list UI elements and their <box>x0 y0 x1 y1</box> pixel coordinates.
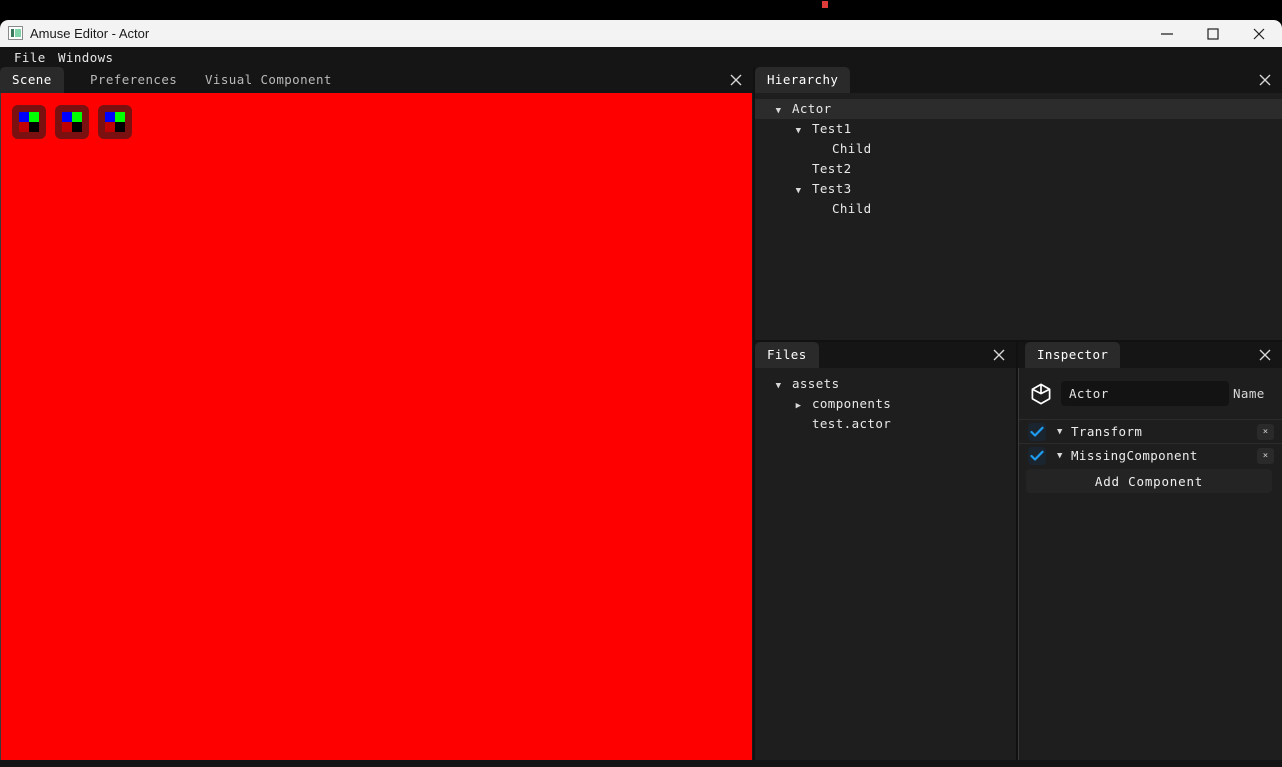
hierarchy-body: ▼ Actor ▼ Test1 ▶ Child ▶ Test2 ▼ Test <box>755 93 1282 340</box>
files-item-assets[interactable]: ▼ assets <box>755 374 1016 394</box>
sprite-quadrant-blue <box>62 112 72 122</box>
hierarchy-item-label: Test3 <box>811 181 852 196</box>
red-marker-dot <box>822 1 828 8</box>
titlebar: Amuse Editor - Actor <box>0 20 1282 47</box>
tab-preferences[interactable]: Preferences <box>78 67 189 93</box>
files-item-components[interactable]: ▶ components <box>755 394 1016 414</box>
remove-missingcomponent-button[interactable]: × <box>1257 448 1274 464</box>
cube-icon <box>1029 382 1053 406</box>
app-icon-bar-left <box>11 29 14 37</box>
tab-files[interactable]: Files <box>755 342 819 368</box>
files-panel: Files ▼ assets ▶ components ▶ test.actor <box>755 342 1016 760</box>
menu-item-windows[interactable]: Windows <box>58 50 113 65</box>
hierarchy-item-test2[interactable]: ▶ Test2 <box>755 159 1282 179</box>
scene-sprite[interactable] <box>12 105 46 139</box>
hierarchy-panel: Hierarchy ▼ Actor ▼ Test1 ▶ Child <box>755 67 1282 340</box>
screen-top-strip <box>0 0 1282 20</box>
tab-visual-component[interactable]: Visual Component <box>193 67 344 93</box>
hierarchy-item-label: Actor <box>791 101 832 116</box>
hierarchy-item-test3[interactable]: ▼ Test3 <box>755 179 1282 199</box>
sprite-quadrant-red <box>19 122 29 132</box>
close-files-panel-button[interactable] <box>990 346 1008 364</box>
hierarchy-item-child[interactable]: ▶ Child <box>755 139 1282 159</box>
hierarchy-tabbar: Hierarchy <box>755 67 1282 93</box>
close-inspector-panel-button[interactable] <box>1256 346 1274 364</box>
add-component-button[interactable]: Add Component <box>1026 469 1272 493</box>
app-icon-bar-right <box>15 29 21 37</box>
sprite-quadrant-green <box>115 112 125 122</box>
close-window-button[interactable] <box>1236 20 1282 47</box>
scene-sprite[interactable] <box>55 105 89 139</box>
files-body: ▼ assets ▶ components ▶ test.actor <box>755 368 1016 760</box>
hierarchy-item-test1[interactable]: ▼ Test1 <box>755 119 1282 139</box>
transform-enabled-checkbox[interactable] <box>1028 423 1046 441</box>
chevron-down-icon[interactable]: ▼ <box>773 376 784 396</box>
chevron-down-icon[interactable]: ▼ <box>793 121 804 141</box>
chevron-down-icon[interactable]: ▼ <box>773 101 784 121</box>
hierarchy-item-label: Test1 <box>811 121 852 136</box>
hierarchy-item-child[interactable]: ▶ Child <box>755 199 1282 219</box>
inspector-panel: Inspector Name ▼ <box>1018 342 1282 760</box>
menubar: File Windows <box>0 47 1282 67</box>
scene-panel: Scene Preferences Visual Component <box>0 67 753 760</box>
menu-item-file[interactable]: File <box>14 50 46 65</box>
hierarchy-item-actor[interactable]: ▼ Actor <box>755 99 1282 119</box>
hierarchy-tree: ▼ Actor ▼ Test1 ▶ Child ▶ Test2 ▼ Test <box>755 99 1282 219</box>
inspector-object-header: Name <box>1019 380 1282 408</box>
chevron-down-icon[interactable]: ▼ <box>1057 420 1062 444</box>
close-scene-panel-button[interactable] <box>727 71 745 89</box>
remove-transform-button[interactable]: × <box>1257 424 1274 440</box>
files-item-label: assets <box>791 376 840 391</box>
sprite-quadrant-blue <box>19 112 29 122</box>
chevron-down-icon[interactable]: ▼ <box>1057 444 1062 468</box>
missingcomponent-enabled-checkbox[interactable] <box>1028 447 1046 465</box>
tab-hierarchy[interactable]: Hierarchy <box>755 67 851 93</box>
files-item-label: components <box>811 396 892 411</box>
chevron-placeholder-icon: ▶ <box>813 201 824 221</box>
sprite-quadrant-red <box>62 122 72 132</box>
component-row-missingcomponent[interactable]: ▼ MissingComponent × <box>1019 443 1282 468</box>
component-name-label: Transform <box>1071 424 1143 439</box>
actor-name-input[interactable] <box>1061 381 1229 406</box>
app-icon <box>8 26 23 40</box>
sprite-quadrant-red <box>105 122 115 132</box>
sprite-quadrant-black <box>29 122 39 132</box>
files-item-label: test.actor <box>811 416 892 431</box>
statusbar: Loaded C:/amuse/projects/Test\assets\tes… <box>0 760 1282 767</box>
hierarchy-item-label: Child <box>831 141 872 156</box>
scene-viewport[interactable] <box>0 93 752 760</box>
sprite-quadrant-black <box>72 122 82 132</box>
editor-window: Amuse Editor - Actor File Windows Scene … <box>0 20 1282 767</box>
sprite-quadrant-green <box>72 112 82 122</box>
component-name-label: MissingComponent <box>1071 448 1198 463</box>
sprite-quadrant-blue <box>105 112 115 122</box>
inspector-body: Name ▼ Transform × ▼ MissingComponent × … <box>1018 368 1282 760</box>
maximize-button[interactable] <box>1190 20 1236 47</box>
close-hierarchy-panel-button[interactable] <box>1256 71 1274 89</box>
scene-tabbar: Scene Preferences Visual Component <box>0 67 753 93</box>
sprite-quadrant-green <box>29 112 39 122</box>
hierarchy-item-label: Test2 <box>811 161 852 176</box>
chevron-placeholder-icon: ▶ <box>813 141 824 161</box>
chevron-placeholder-icon: ▶ <box>793 416 804 436</box>
window-title: Amuse Editor - Actor <box>30 26 150 41</box>
scene-sprite[interactable] <box>98 105 132 139</box>
chevron-placeholder-icon: ▶ <box>793 161 804 181</box>
hierarchy-item-label: Child <box>831 201 872 216</box>
component-row-transform[interactable]: ▼ Transform × <box>1019 419 1282 444</box>
tab-scene[interactable]: Scene <box>0 67 64 93</box>
tab-inspector[interactable]: Inspector <box>1025 342 1121 368</box>
chevron-right-icon[interactable]: ▶ <box>793 396 804 416</box>
sprite-quadrant-black <box>115 122 125 132</box>
files-tabbar: Files <box>755 342 1016 368</box>
chevron-down-icon[interactable]: ▼ <box>793 181 804 201</box>
files-item-test-actor[interactable]: ▶ test.actor <box>755 414 1016 434</box>
name-field-label: Name <box>1233 386 1265 401</box>
files-tree: ▼ assets ▶ components ▶ test.actor <box>755 374 1016 434</box>
minimize-button[interactable] <box>1144 20 1190 47</box>
inspector-tabbar: Inspector <box>1018 342 1282 368</box>
